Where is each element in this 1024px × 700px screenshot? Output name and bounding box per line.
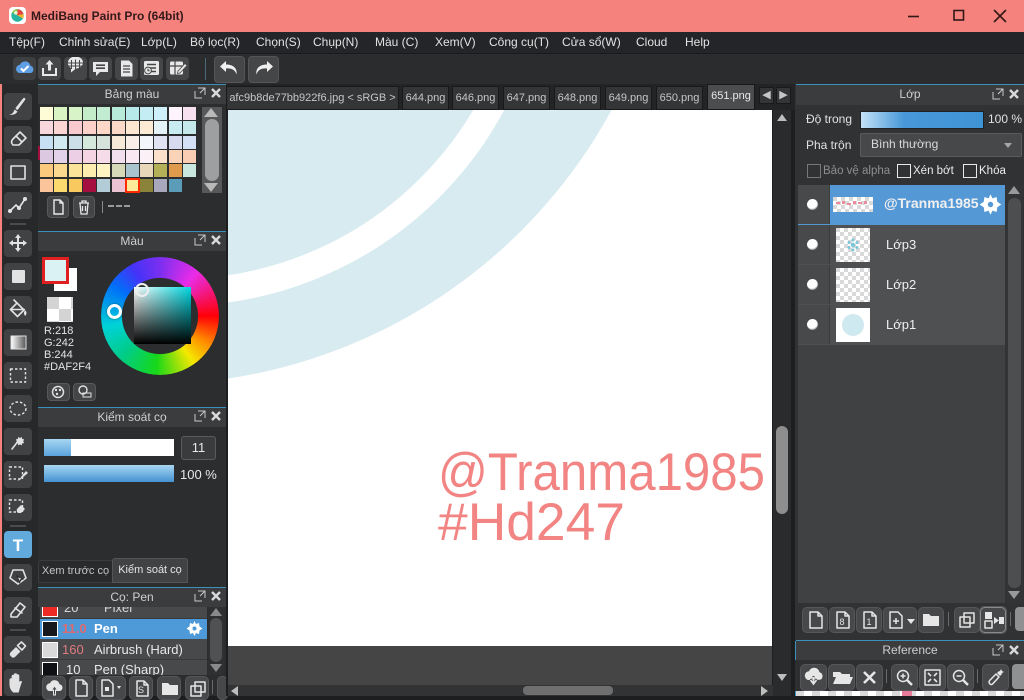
- svg-text:T: T: [13, 536, 24, 555]
- svg-text:1: 1: [866, 617, 871, 627]
- svg-text:#Hd247: #Hd247: [438, 493, 625, 552]
- svg-text:8: 8: [839, 617, 844, 627]
- svg-text:S: S: [138, 685, 144, 695]
